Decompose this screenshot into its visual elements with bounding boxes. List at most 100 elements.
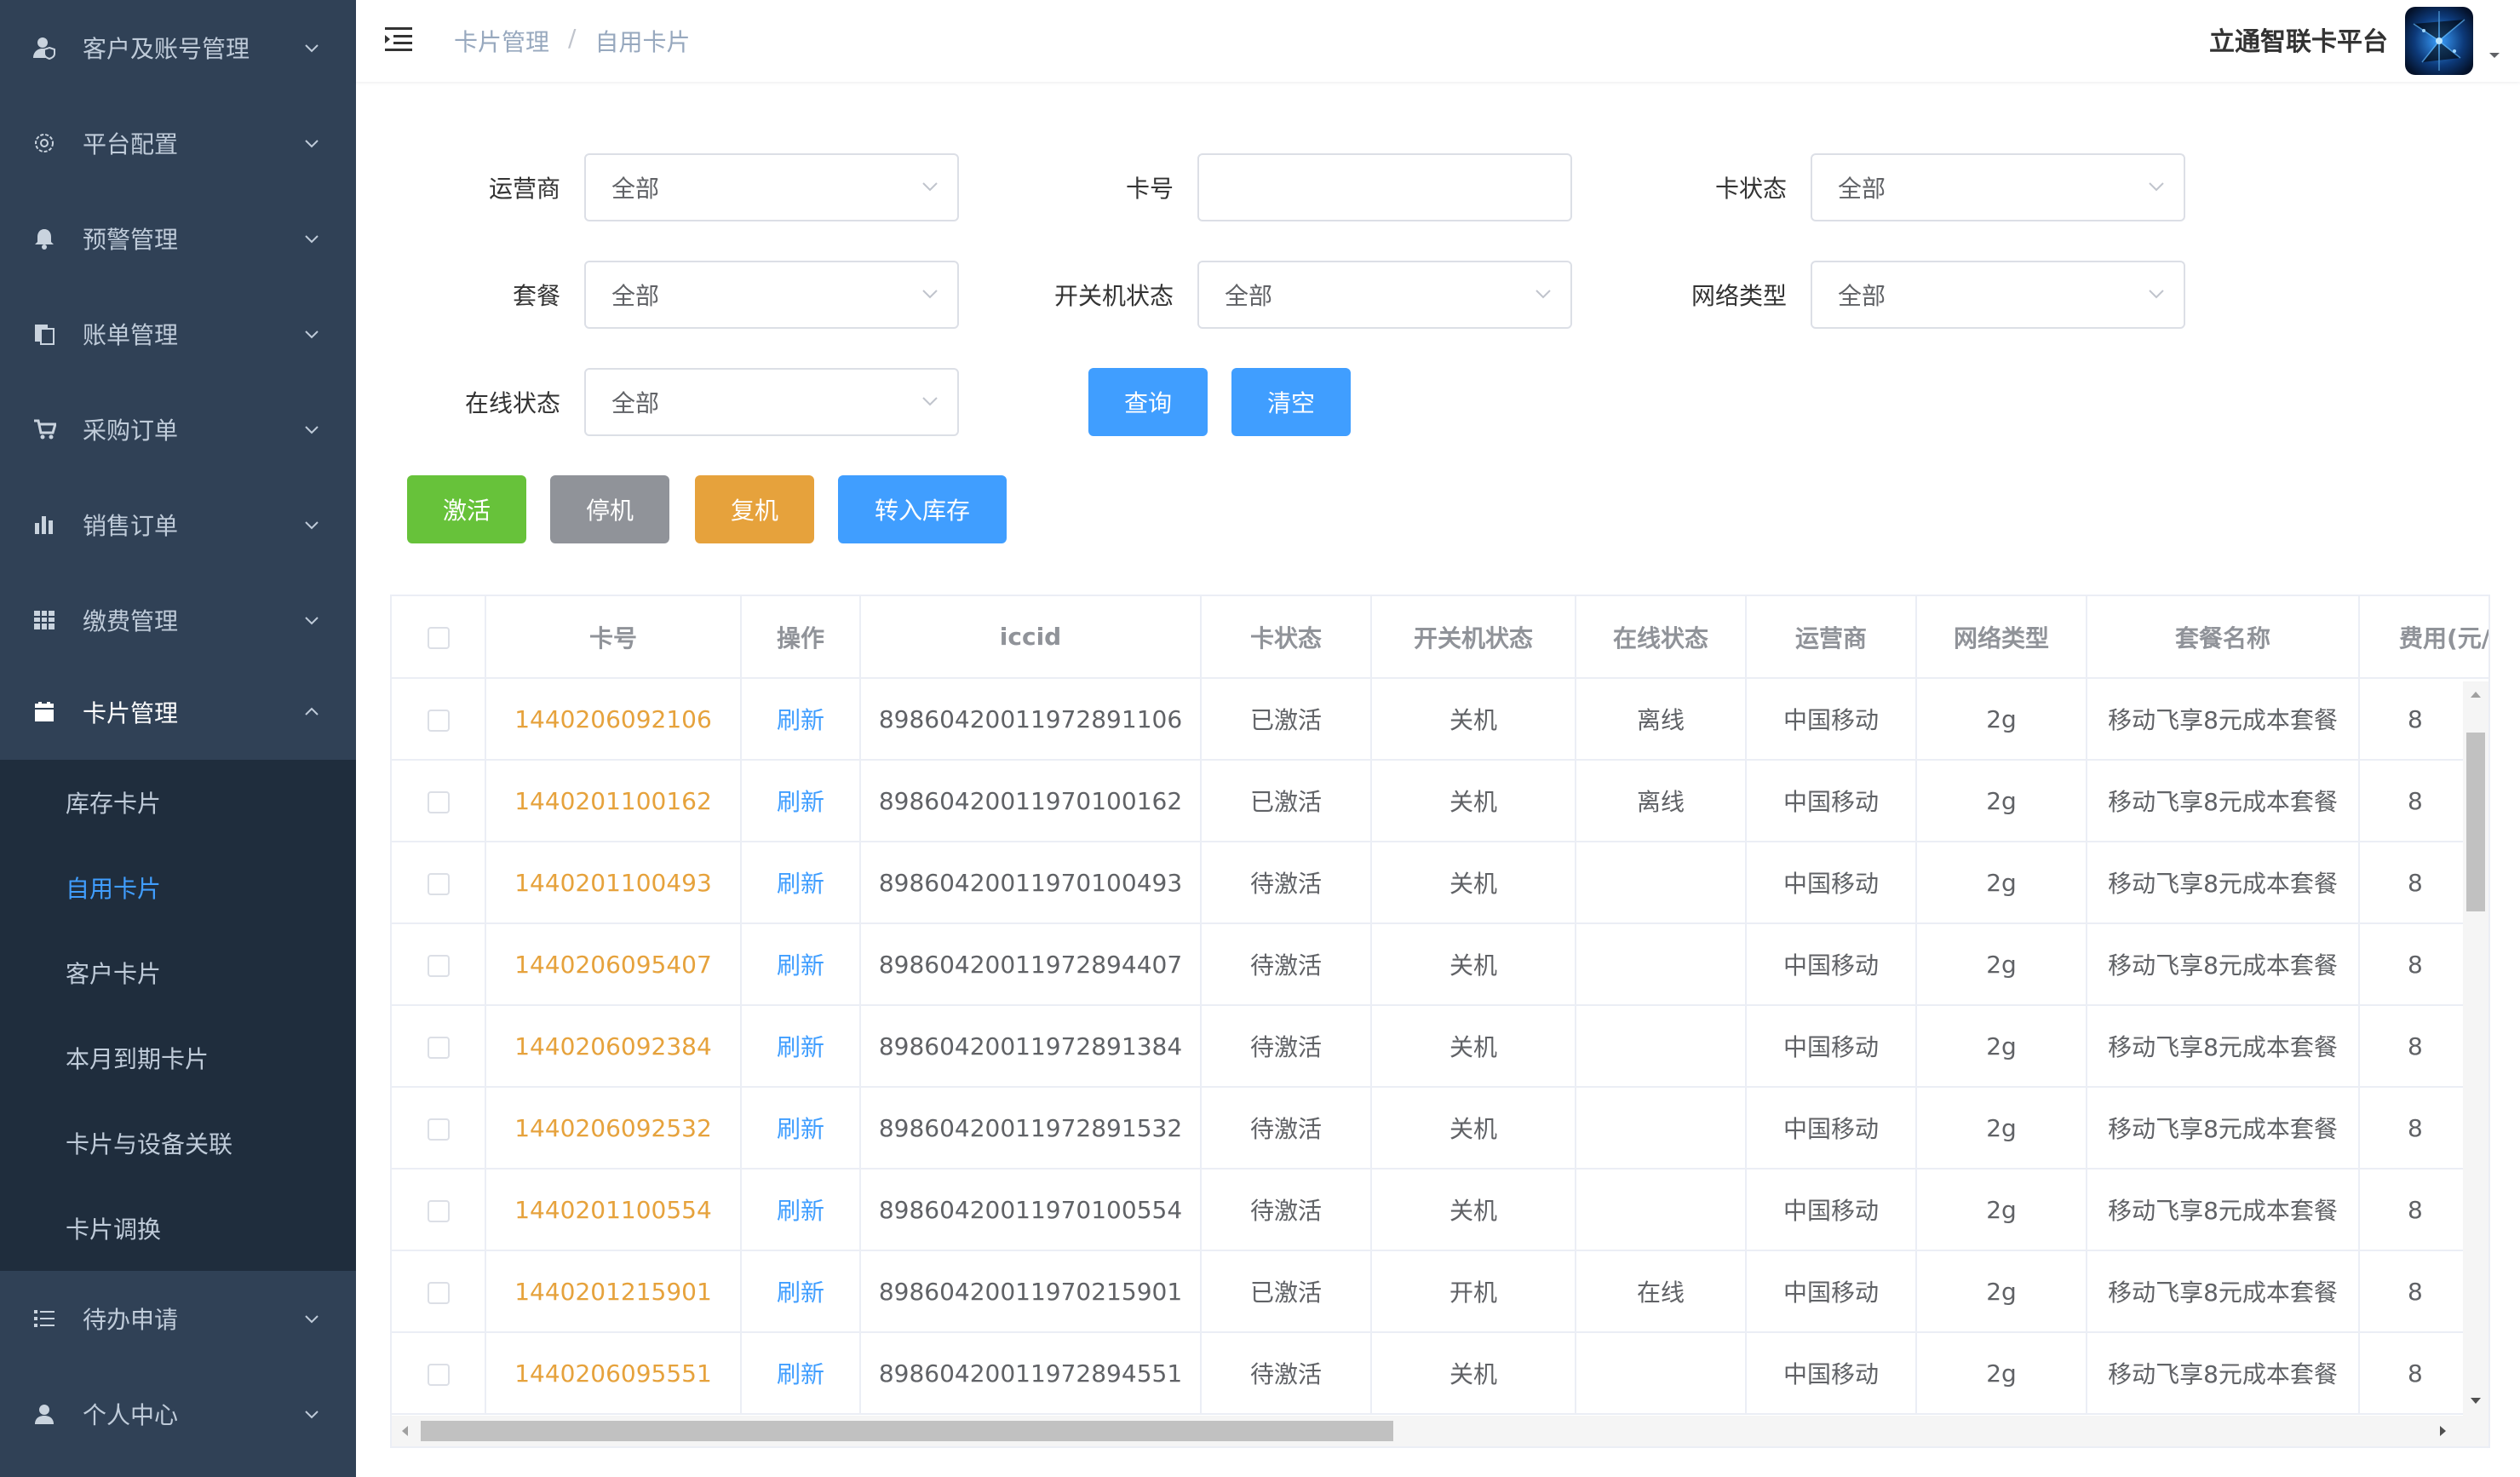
menu-item-purchase-orders[interactable]: 采购订单 bbox=[0, 382, 356, 477]
submenu-item-card-device-link[interactable]: 卡片与设备关联 bbox=[0, 1101, 356, 1186]
submenu-item-customer-cards[interactable]: 客户卡片 bbox=[0, 930, 356, 1015]
row-checkbox[interactable] bbox=[427, 790, 450, 813]
menu-item-personal-center[interactable]: 个人中心 bbox=[0, 1366, 356, 1462]
row-checkbox[interactable] bbox=[427, 709, 450, 732]
activate-button[interactable]: 激活 bbox=[407, 475, 526, 543]
row-checkbox[interactable] bbox=[427, 954, 450, 977]
menu-label: 平台配置 bbox=[83, 130, 179, 158]
refresh-link-cell: 刷新 bbox=[741, 923, 861, 1006]
cart-icon bbox=[31, 416, 58, 443]
card-no-link-cell: 1440201100493 bbox=[485, 842, 742, 924]
operator-select[interactable]: 全部 bbox=[584, 153, 959, 221]
power-status-cell: 关机 bbox=[1449, 1033, 1497, 1061]
online-status-cell-cell bbox=[1576, 1169, 1747, 1251]
scroll-right-arrow-icon[interactable] bbox=[2439, 1425, 2448, 1437]
package-name-cell: 移动飞享8元成本套餐 bbox=[2108, 1197, 2338, 1225]
package-name-cell: 移动飞享8元成本套餐 bbox=[2108, 788, 2338, 816]
network-type-cell-cell: 2g bbox=[1916, 760, 2087, 842]
menu-label: 销售订单 bbox=[83, 512, 179, 540]
card-no-link[interactable]: 1440201100162 bbox=[514, 787, 712, 815]
submenu-item-expiring-cards[interactable]: 本月到期卡片 bbox=[0, 1015, 356, 1101]
refresh-link[interactable]: 刷新 bbox=[777, 1360, 824, 1388]
operator-cell-cell: 中国移动 bbox=[1746, 760, 1917, 842]
operator-cell-cell: 中国移动 bbox=[1746, 1169, 1917, 1251]
refresh-link[interactable]: 刷新 bbox=[777, 1115, 824, 1143]
row-checkbox[interactable] bbox=[427, 1199, 450, 1222]
online-status-select[interactable]: 全部 bbox=[584, 368, 959, 436]
card-no-link[interactable]: 1440201215901 bbox=[514, 1278, 712, 1306]
horizontal-scrollbar[interactable] bbox=[392, 1416, 2488, 1446]
transfer-to-stock-button[interactable]: 转入库存 bbox=[838, 475, 1007, 543]
card-status-cell-cell: 待激活 bbox=[1201, 1005, 1372, 1088]
resume-button[interactable]: 复机 bbox=[695, 475, 814, 543]
clear-button[interactable]: 清空 bbox=[1231, 368, 1351, 436]
vertical-scrollbar[interactable] bbox=[2463, 681, 2488, 1416]
package-name-cell-cell: 移动飞享8元成本套餐 bbox=[2087, 1169, 2360, 1251]
refresh-link-cell: 刷新 bbox=[741, 1087, 861, 1170]
submenu-item-self-use-cards[interactable]: 自用卡片 bbox=[0, 845, 356, 930]
network-type-cell: 2g bbox=[1986, 1359, 2017, 1388]
row-checkbox-cell bbox=[392, 678, 486, 761]
submenu-item-stock-cards[interactable]: 库存卡片 bbox=[0, 760, 356, 845]
power-status-cell-cell: 关机 bbox=[1371, 923, 1576, 1006]
card-no-link[interactable]: 1440206095407 bbox=[514, 951, 712, 979]
menu-item-pending-requests[interactable]: 待办申请 bbox=[0, 1271, 356, 1366]
menu-item-card-management[interactable]: 卡片管理 bbox=[0, 664, 356, 760]
row-checkbox[interactable] bbox=[427, 1118, 450, 1141]
refresh-link[interactable]: 刷新 bbox=[777, 951, 824, 980]
avatar[interactable] bbox=[2405, 7, 2473, 75]
row-checkbox[interactable] bbox=[427, 1036, 450, 1059]
card-status-cell: 待激活 bbox=[1249, 1033, 1322, 1061]
menu-label: 客户及账号管理 bbox=[83, 35, 250, 63]
suspend-button[interactable]: 停机 bbox=[550, 475, 669, 543]
menu-item-sales-orders[interactable]: 销售订单 bbox=[0, 477, 356, 572]
chevron-down-icon bbox=[305, 44, 319, 53]
network-type-select[interactable]: 全部 bbox=[1811, 261, 2185, 329]
breadcrumb-item-card-management[interactable]: 卡片管理 bbox=[454, 24, 549, 58]
caret-down-icon[interactable] bbox=[2488, 51, 2500, 60]
refresh-link[interactable]: 刷新 bbox=[777, 1197, 824, 1225]
menu-item-platform-config[interactable]: 平台配置 bbox=[0, 95, 356, 191]
vertical-scrollbar-thumb[interactable] bbox=[2466, 733, 2485, 911]
horizontal-scrollbar-thumb[interactable] bbox=[421, 1421, 1393, 1441]
refresh-link[interactable]: 刷新 bbox=[777, 706, 824, 734]
card-status-cell-cell: 待激活 bbox=[1201, 923, 1372, 1006]
power-status-cell-cell: 关机 bbox=[1371, 1005, 1576, 1088]
refresh-link[interactable]: 刷新 bbox=[777, 1033, 824, 1061]
package-select[interactable]: 全部 bbox=[584, 261, 959, 329]
menu-fold-icon[interactable] bbox=[385, 26, 416, 53]
refresh-link[interactable]: 刷新 bbox=[777, 788, 824, 816]
refresh-link[interactable]: 刷新 bbox=[777, 870, 824, 898]
select-all-checkbox[interactable] bbox=[427, 627, 450, 649]
menu-item-billing[interactable]: 账单管理 bbox=[0, 286, 356, 382]
menu-item-alerts[interactable]: 预警管理 bbox=[0, 191, 356, 286]
card-no-link[interactable]: 1440206092384 bbox=[514, 1032, 712, 1060]
card-status-select[interactable]: 全部 bbox=[1811, 153, 2185, 221]
row-checkbox[interactable] bbox=[427, 1281, 450, 1304]
query-button[interactable]: 查询 bbox=[1088, 368, 1208, 436]
card-no-link[interactable]: 1440206092106 bbox=[514, 705, 712, 733]
row-checkbox-cell bbox=[392, 1087, 486, 1170]
card-no-link[interactable]: 1440201100493 bbox=[514, 869, 712, 897]
scroll-up-arrow-icon[interactable] bbox=[2470, 690, 2482, 698]
refresh-link[interactable]: 刷新 bbox=[777, 1279, 824, 1307]
menu-item-payments[interactable]: 缴费管理 bbox=[0, 572, 356, 668]
row-checkbox[interactable] bbox=[427, 872, 450, 895]
fee-cell: 8 bbox=[2408, 1032, 2423, 1060]
online-status-cell-cell bbox=[1576, 923, 1747, 1006]
card-no-link[interactable]: 1440201100554 bbox=[514, 1196, 712, 1224]
power-status-cell: 关机 bbox=[1449, 1197, 1497, 1225]
card-no-input[interactable] bbox=[1197, 153, 1572, 221]
scroll-left-arrow-icon[interactable] bbox=[400, 1425, 409, 1437]
menu-item-customer-accounts[interactable]: 客户及账号管理 bbox=[0, 0, 356, 95]
card-status-cell-cell: 待激活 bbox=[1201, 842, 1372, 924]
card-no-link[interactable]: 1440206095551 bbox=[514, 1359, 712, 1388]
card-no-link-cell: 1440201215901 bbox=[485, 1250, 742, 1333]
network-type-cell: 2g bbox=[1986, 950, 2017, 979]
power-status-select[interactable]: 全部 bbox=[1197, 261, 1572, 329]
card-no-link[interactable]: 1440206092532 bbox=[514, 1114, 712, 1142]
power-status-cell: 关机 bbox=[1449, 788, 1497, 816]
scroll-down-arrow-icon[interactable] bbox=[2470, 1397, 2482, 1405]
submenu-item-card-swap[interactable]: 卡片调换 bbox=[0, 1186, 356, 1271]
row-checkbox[interactable] bbox=[427, 1363, 450, 1386]
